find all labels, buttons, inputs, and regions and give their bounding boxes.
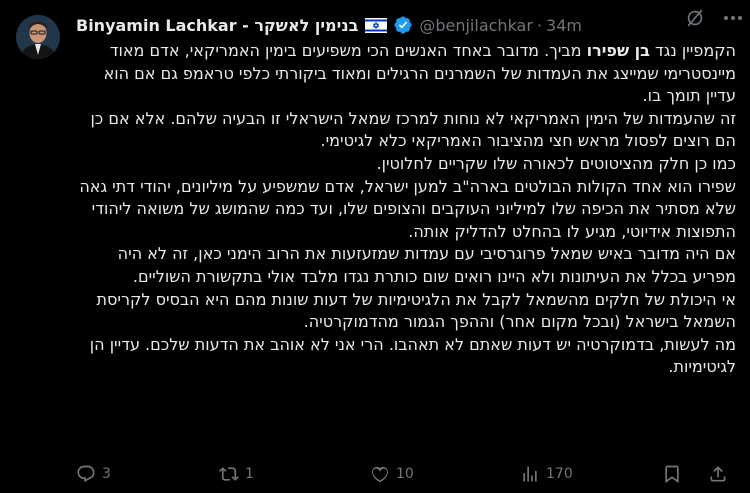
more-options-icon[interactable] xyxy=(720,7,746,29)
display-name[interactable]: Binyamin Lachkar - בנימין לאשקר xyxy=(76,16,358,35)
share-button[interactable] xyxy=(708,462,728,486)
like-button[interactable]: 10 xyxy=(370,462,414,486)
verified-badge-icon[interactable] xyxy=(393,15,413,35)
post-paragraph: כמו כן חלק מהציטוטים לכאורה שלו שקריים ל… xyxy=(376,153,736,173)
views-icon xyxy=(523,466,537,482)
repost-count: 1 xyxy=(245,466,254,482)
views-count: 170 xyxy=(546,466,573,482)
like-count: 10 xyxy=(396,466,414,482)
post-timestamp[interactable]: 34m xyxy=(546,16,582,35)
share-icon xyxy=(710,466,726,482)
repost-button[interactable]: 1 xyxy=(219,462,254,486)
post-paragraph: זה שהעמדות של הימין האמריקאי לא נוחות למ… xyxy=(90,108,736,151)
bookmark-button[interactable] xyxy=(662,462,682,486)
action-bar: 3 1 10 170 xyxy=(76,462,746,486)
avatar-image xyxy=(16,15,60,59)
post-paragraph: שפירו הוא אחד הקולות הבולטים בארה"ב למען… xyxy=(79,176,736,241)
post-paragraph: אי היכולת של חלקים מהשמאל לקבל את הלגיטי… xyxy=(96,289,736,332)
post-paragraph: אם היה מדובר באיש שמאל פרוגרסיבי עם עמדו… xyxy=(117,244,736,286)
mention-link[interactable]: בן שפירו xyxy=(587,41,650,60)
separator-dot: · xyxy=(536,15,543,35)
heart-icon xyxy=(372,466,388,483)
israel-flag-icon xyxy=(365,17,388,33)
bookmark-icon xyxy=(665,465,679,484)
repost-icon xyxy=(219,467,239,481)
reply-icon xyxy=(77,465,95,483)
views-button[interactable]: 170 xyxy=(520,462,573,486)
post-body: הקמפיין נגד בן שפירו מביך. מדובר באחד הא… xyxy=(74,40,736,379)
reply-button[interactable]: 3 xyxy=(76,462,111,486)
grok-icon[interactable] xyxy=(684,7,706,29)
post-paragraph: הקמפיין נגד בן שפירו מביך. מדובר באחד הא… xyxy=(103,41,736,106)
reply-count: 3 xyxy=(102,466,111,482)
post-paragraph: מה לעשות, בדמוקרטיה יש דעות שאתם לא תאהב… xyxy=(89,334,736,377)
user-handle[interactable]: @benjilachkar xyxy=(419,16,533,35)
post-header: Binyamin Lachkar - בנימין לאשקר @benjila… xyxy=(76,10,736,40)
avatar[interactable] xyxy=(16,15,60,59)
